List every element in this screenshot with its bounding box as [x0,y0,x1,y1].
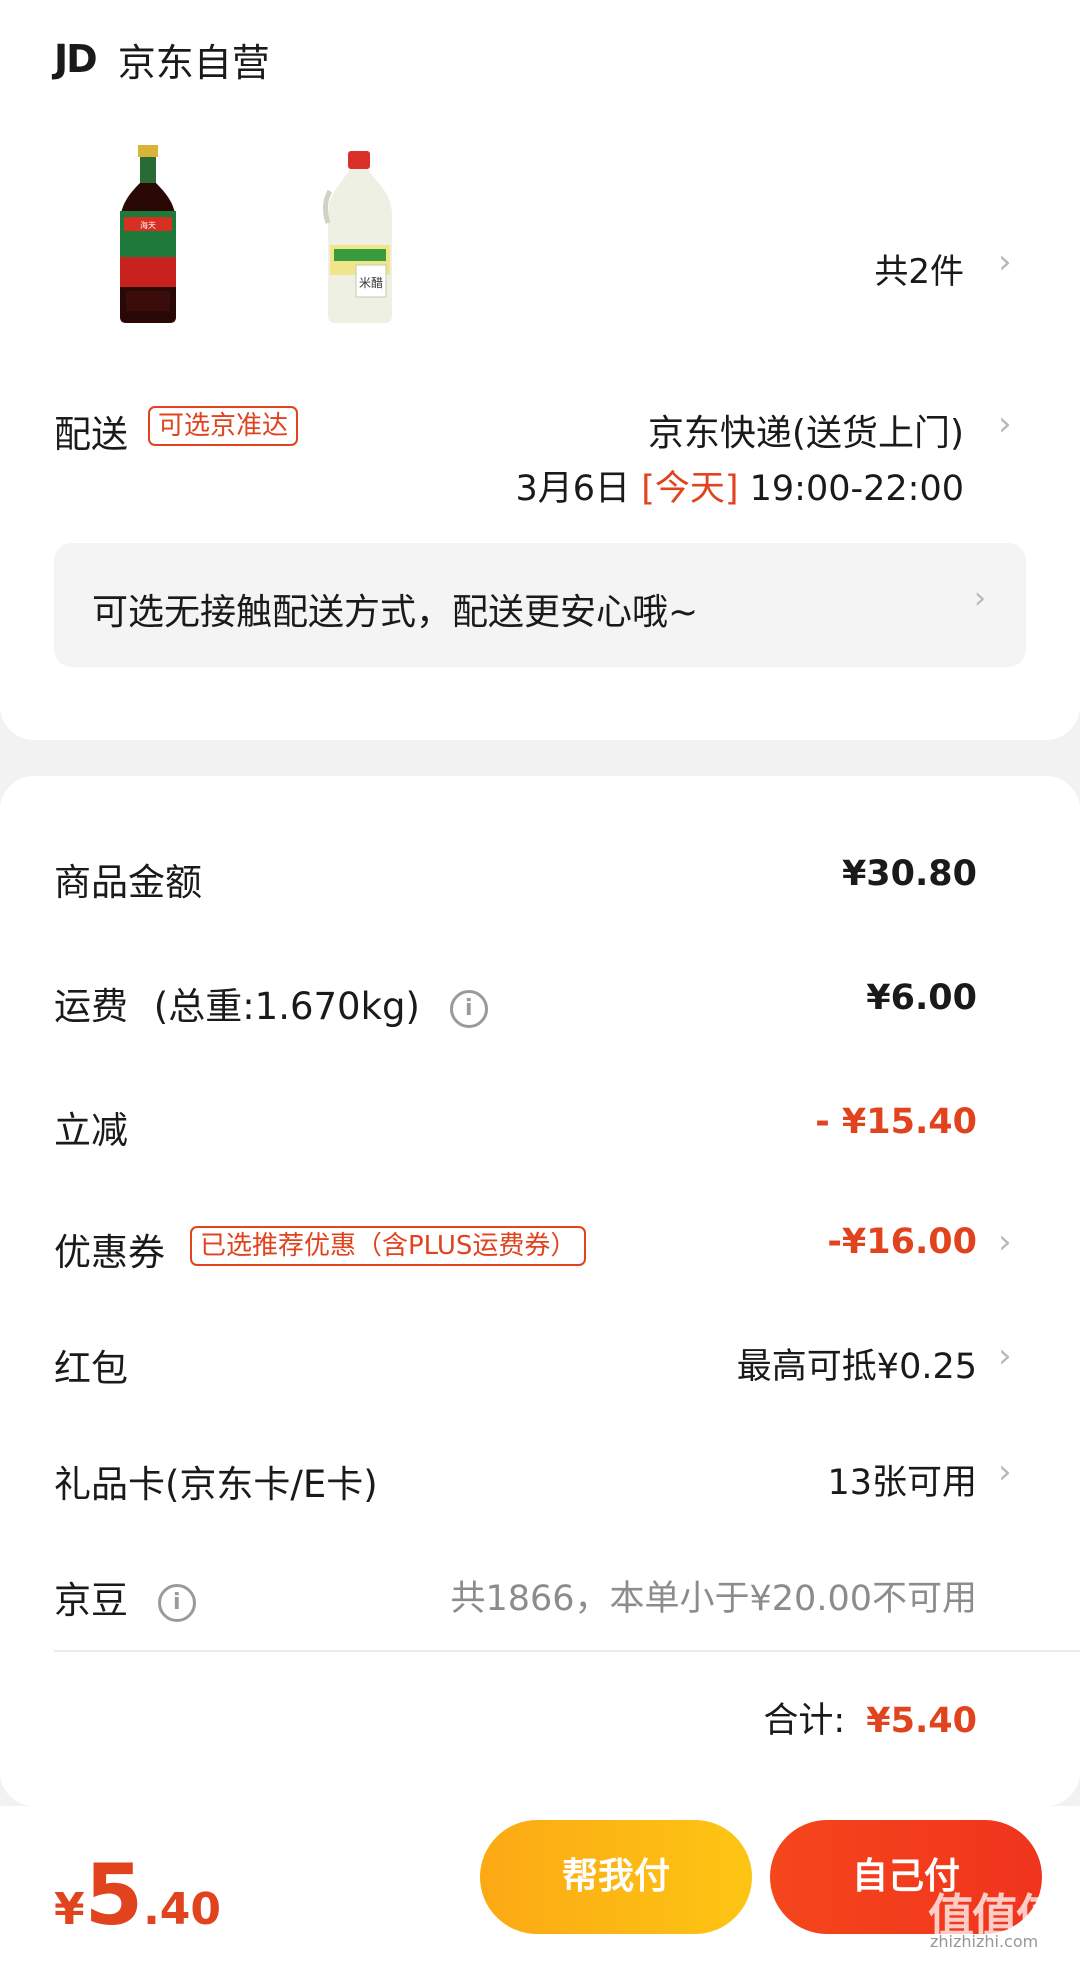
delivery-chevron-icon[interactable]: › [998,404,1012,444]
store-name: 京东自营 [117,40,270,85]
goods-amount-label: 商品金额 [54,861,202,904]
jingdou-info-icon[interactable]: i [157,1583,196,1622]
item-count-chevron-icon[interactable]: › [998,242,1012,282]
shipping-label: 运费 [54,985,128,1028]
red-packet-label: 红包 [54,1347,128,1390]
price-integer: 5 [84,1846,144,1944]
price-decimal: .40 [143,1884,222,1935]
coupon-chevron-icon[interactable]: › [998,1222,1012,1262]
coupon-value[interactable]: -¥16.00 [827,1222,977,1262]
svg-text:米醋: 米醋 [359,275,383,290]
gift-card-value[interactable]: 13张可用 [827,1454,977,1505]
delivery-time-slot: 19:00-22:00 [749,469,964,509]
contactless-delivery-notice[interactable]: 可选无接触配送方式，配送更安心哦~ › [54,543,1026,667]
jingdou-value: 共1866，本单小于¥20.00不可用 [450,1579,977,1619]
goods-amount-value: ¥30.80 [841,854,977,894]
contactless-delivery-text: 可选无接触配送方式，配送更安心哦~ [92,592,699,633]
jingdou-row: 京豆 i [54,1570,196,1624]
item-count[interactable]: 共2件 [874,244,964,293]
red-packet-chevron-icon[interactable]: › [998,1336,1012,1376]
checkout-price: ¥5.40 [54,1846,221,1944]
svg-text:海天: 海天 [140,220,156,230]
price-currency: ¥ [54,1884,85,1935]
total-row: 合计: ¥5.40 [763,1692,977,1743]
coupon-label: 优惠券 [54,1231,165,1274]
delivery-today-label: [今天] [641,469,739,509]
gift-card-label: 礼品卡(京东卡/E卡) [54,1463,378,1506]
red-packet-value[interactable]: 最高可抵¥0.25 [737,1338,977,1389]
total-value: ¥5.40 [866,1701,977,1741]
delivery-date: 3月6日 [515,469,631,509]
jingdou-label: 京豆 [54,1579,128,1622]
instant-discount-label: 立减 [54,1109,128,1152]
delivery-method[interactable]: 京东快递(送货上门) [648,404,964,456]
product-image-rice-vinegar[interactable]: 米醋 [320,145,400,325]
site-watermark-url: zhizhizhi.com [930,1932,1039,1951]
summary-divider [54,1650,1080,1652]
shipping-row: 运费 (总重:1.670kg) i [54,976,488,1030]
store-header: JD 京东自营 [54,34,270,85]
jd-logo: JD [54,37,98,81]
shipping-weight: (总重:1.670kg) [153,985,420,1028]
product-image-soy-sauce[interactable]: 海天 [116,145,180,325]
delivery-label: 配送 [54,413,128,456]
shipping-info-icon[interactable]: i [449,989,488,1028]
shipping-value: ¥6.00 [866,978,977,1018]
gift-card-chevron-icon[interactable]: › [998,1452,1012,1492]
total-label: 合计: [763,1701,846,1741]
instant-discount-value: - ¥15.40 [815,1102,977,1142]
jingzhunda-tag[interactable]: 可选京准达 [148,406,299,446]
delivery-time[interactable]: 3月6日 [今天] 19:00-22:00 [516,460,965,511]
notice-chevron-icon: › [974,581,986,616]
coupon-tag[interactable]: 已选推荐优惠（含PLUS运费券） [190,1226,587,1266]
help-pay-button[interactable]: 帮我付 [480,1820,752,1934]
